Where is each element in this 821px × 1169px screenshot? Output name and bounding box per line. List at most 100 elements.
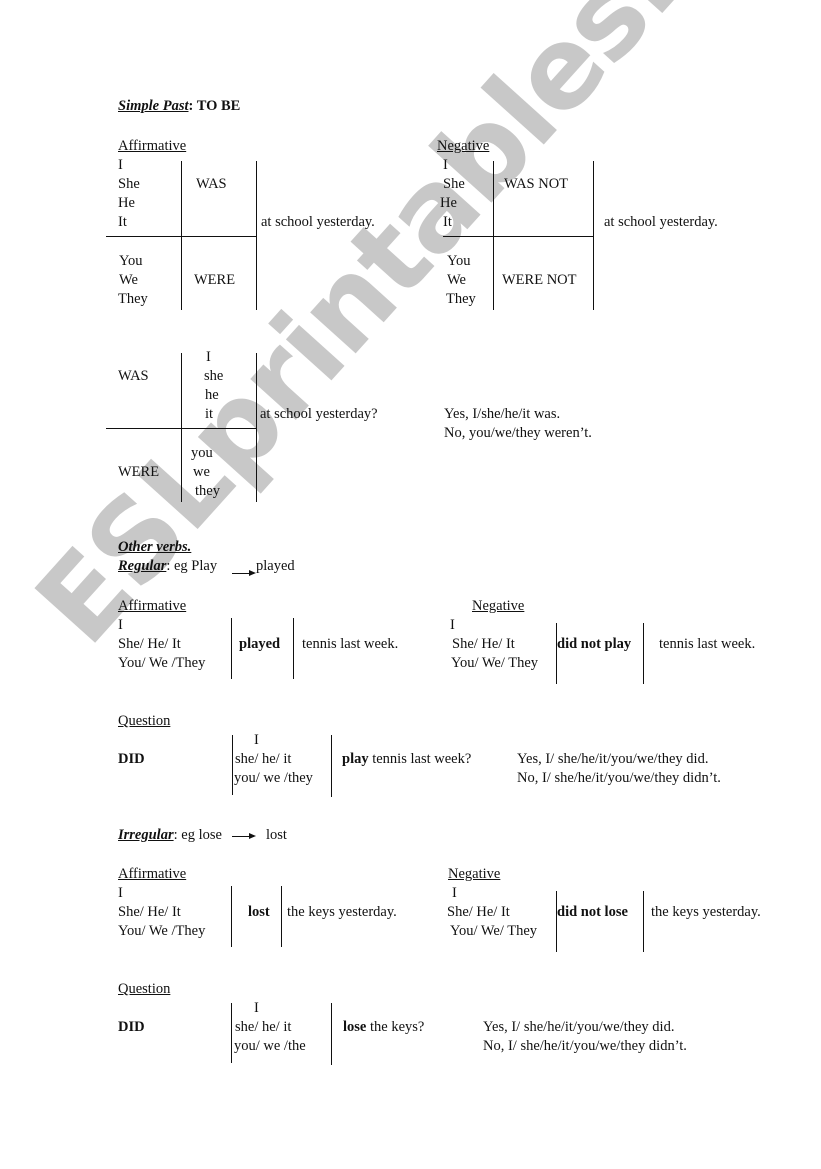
irregular-neg-pronoun: You/ We/ They (450, 923, 538, 939)
other-verbs-heading: Other verbs. (118, 539, 192, 555)
regular-example-prefix: : eg Play (166, 558, 218, 574)
tobe-aff-pronoun: It (118, 214, 127, 230)
irregular-q-answer-yes: Yes, I/ she/he/it/you/we/they did. (483, 1019, 675, 1035)
regular-q-complement: tennis last week? (368, 751, 472, 767)
tobe-negative-label: Negative (437, 138, 490, 154)
table-divider (106, 428, 257, 429)
irregular-neg-pronoun: She/ He/ It (447, 904, 510, 920)
tobe-aff-pronoun: You (119, 253, 143, 269)
tobe-aff-pronoun: He (118, 195, 135, 211)
regular-q-pronoun: she/ he/ it (235, 751, 292, 767)
regular-affirmative-label: Affirmative (118, 598, 187, 614)
tobe-q-pronoun: he (205, 387, 219, 403)
tobe-aff-pronoun: They (118, 291, 148, 307)
irregular-heading: Irregular: eg lose (118, 826, 222, 845)
irregular-q-pronoun: you/ we /the (234, 1038, 306, 1054)
irregular-q-phrase: lose the keys? (343, 1018, 424, 1037)
tobe-q-pronoun: you (191, 445, 213, 461)
tobe-aff-complement: at school yesterday. (261, 214, 375, 230)
tobe-neg-pronoun: He (440, 195, 457, 211)
tobe-aff-pronoun: We (119, 272, 138, 288)
regular-q-phrase: play tennis last week? (342, 750, 471, 769)
table-divider (232, 735, 233, 795)
tobe-q-pronoun: we (193, 464, 210, 480)
irregular-aff-pronoun: You/ We /They (118, 923, 206, 939)
regular-question-label: Question (118, 713, 171, 729)
tobe-neg-pronoun: I (443, 157, 448, 173)
regular-label: Regular (118, 558, 167, 574)
regular-aff-verb: played (239, 636, 281, 652)
tobe-neg-complement: at school yesterday. (604, 214, 718, 230)
page-title: Simple Past: TO BE (118, 97, 240, 116)
table-divider (643, 623, 644, 684)
tobe-q-pronoun: it (205, 406, 214, 422)
tobe-neg-verb-were-not: WERE NOT (502, 272, 577, 288)
regular-negative-label: Negative (472, 598, 525, 614)
arrow-right-icon (232, 570, 256, 576)
regular-q-answer-yes: Yes, I/ she/he/it/you/we/they did. (517, 751, 709, 767)
irregular-q-pronoun: she/ he/ it (235, 1019, 292, 1035)
tobe-q-answer-yes: Yes, I/she/he/it was. (444, 406, 561, 422)
table-divider (231, 618, 232, 679)
regular-heading: Regular: eg Play (118, 557, 217, 576)
irregular-q-aux: DID (118, 1019, 145, 1035)
tobe-q-verb-was: WAS (118, 368, 149, 384)
tobe-aff-verb-were: WERE (194, 272, 236, 288)
irregular-q-verb: lose (343, 1019, 367, 1035)
tobe-q-answer-no: No, you/we/they weren’t. (444, 425, 592, 441)
tobe-neg-verb-was-not: WAS NOT (504, 176, 569, 192)
tobe-aff-pronoun: She (118, 176, 140, 192)
table-divider (293, 618, 294, 679)
regular-example-result: played (256, 558, 295, 574)
regular-aff-pronoun: She/ He/ It (118, 636, 181, 652)
regular-aff-pronoun: You/ We /They (118, 655, 206, 671)
regular-neg-complement: tennis last week. (659, 636, 756, 652)
regular-q-aux: DID (118, 751, 145, 767)
table-divider (331, 735, 332, 797)
worksheet-page: Simple Past: TO BE Affirmative I She He … (0, 0, 821, 1169)
regular-q-pronoun: you/ we /they (234, 770, 313, 786)
table-divider (443, 236, 594, 237)
regular-aff-pronoun: I (118, 617, 123, 633)
title-main: Simple Past (118, 98, 189, 114)
regular-neg-pronoun: She/ He/ It (452, 636, 515, 652)
table-divider (556, 891, 557, 952)
irregular-example-prefix: : eg lose (173, 827, 222, 843)
irregular-question-label: Question (118, 981, 171, 997)
tobe-q-pronoun: they (195, 483, 220, 499)
table-divider (331, 1003, 332, 1065)
table-divider (231, 1003, 232, 1063)
irregular-negative-label: Negative (448, 866, 501, 882)
tobe-q-complement: at school yesterday? (260, 406, 378, 422)
tobe-neg-pronoun: It (443, 214, 452, 230)
regular-q-answer-no: No, I/ she/he/it/you/we/they didn’t. (517, 770, 721, 786)
irregular-q-pronoun: I (254, 1000, 259, 1016)
table-divider (106, 236, 257, 237)
regular-q-verb: play (342, 751, 369, 767)
irregular-label: Irregular (118, 827, 174, 843)
irregular-neg-pronoun: I (452, 885, 457, 901)
tobe-neg-pronoun: You (447, 253, 471, 269)
irregular-q-answer-no: No, I/ she/he/it/you/we/they didn’t. (483, 1038, 687, 1054)
irregular-example-result: lost (266, 827, 287, 843)
irregular-neg-verb: did not lose (557, 904, 628, 920)
tobe-affirmative-label: Affirmative (118, 138, 187, 154)
arrow-right-icon (232, 833, 256, 839)
irregular-aff-pronoun: I (118, 885, 123, 901)
irregular-neg-complement: the keys yesterday. (651, 904, 761, 920)
table-divider (281, 886, 282, 947)
table-divider (643, 891, 644, 952)
irregular-aff-pronoun: She/ He/ It (118, 904, 181, 920)
table-divider (556, 623, 557, 684)
irregular-affirmative-label: Affirmative (118, 866, 187, 882)
title-rest: : TO BE (188, 98, 241, 114)
regular-aff-complement: tennis last week. (302, 636, 399, 652)
tobe-neg-pronoun: They (446, 291, 476, 307)
irregular-aff-complement: the keys yesterday. (287, 904, 397, 920)
regular-neg-pronoun: You/ We/ They (451, 655, 539, 671)
tobe-q-pronoun: I (206, 349, 211, 365)
regular-neg-pronoun: I (450, 617, 455, 633)
tobe-q-pronoun: she (204, 368, 224, 384)
tobe-aff-verb-was: WAS (196, 176, 227, 192)
table-divider (231, 886, 232, 947)
